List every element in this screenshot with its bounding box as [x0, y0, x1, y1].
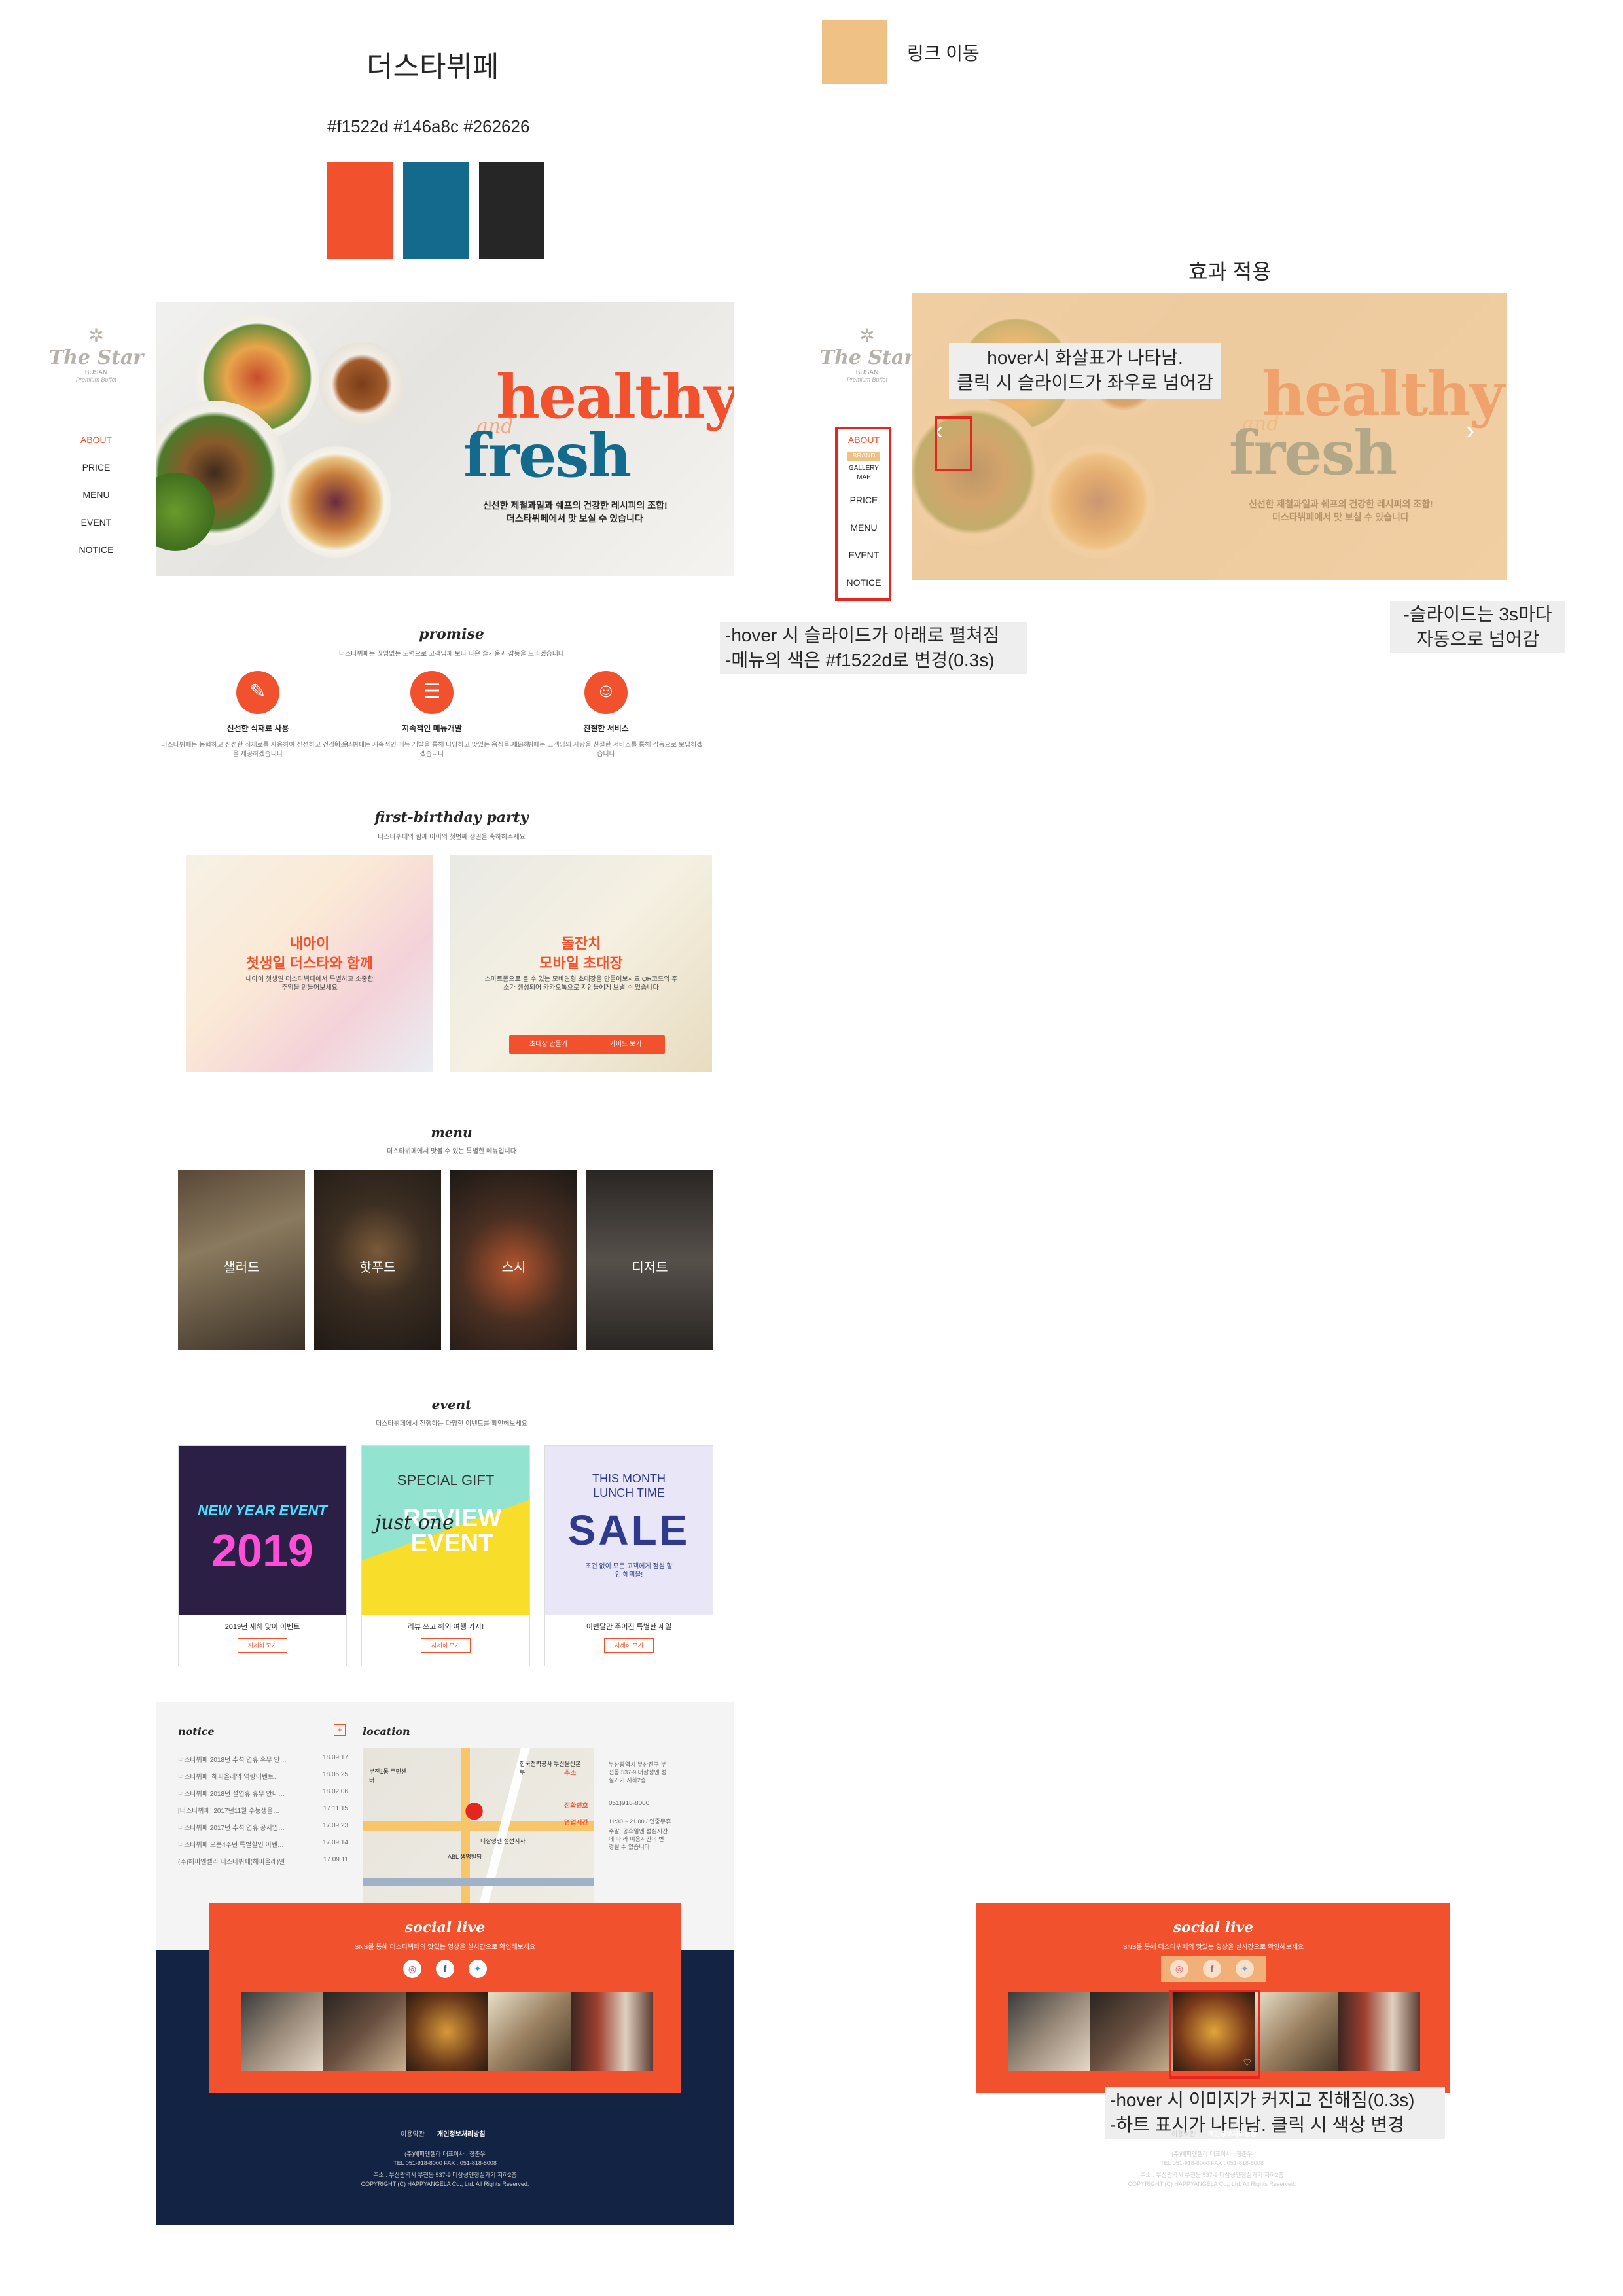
facebook-icon[interactable]: f — [1203, 1960, 1221, 1978]
logo[interactable]: ✲ The Star BUSAN Premium Buffet — [818, 325, 916, 403]
social-sub: SNS를 통해 더스타뷔페의 맛있는 영상을 실시간으로 확인해보세요 — [1122, 1944, 1304, 1951]
annotation-slide: -슬라이드는 3s마다 자동으로 넘어감 — [1390, 601, 1565, 653]
logo-script: The Star — [819, 346, 915, 369]
social-photo[interactable] — [1008, 1992, 1090, 2071]
privacy-link[interactable]: 개인정보처리방침 — [1208, 2128, 1257, 2138]
social-photo[interactable] — [1338, 1992, 1420, 2071]
footer-line: COPYRIGHT (C) HAPPYANGELA Co., Ltd. All … — [1128, 2181, 1296, 2187]
hero-link-overlay — [912, 293, 1507, 580]
twitter-icon[interactable]: ✦ — [1236, 1960, 1254, 1978]
social-photo[interactable] — [1090, 1992, 1173, 2071]
social-title: social live — [1173, 1919, 1254, 1936]
logo-city: BUSAN — [855, 369, 879, 376]
next-arrow-icon[interactable]: › — [1466, 416, 1474, 446]
annotation-social: -hover 시 이미지가 커지고 진해짐(0.3s) -하트 표시가 나타남.… — [1105, 2087, 1445, 2139]
logo-tag: Premium Buffet — [846, 376, 888, 383]
annotation-hero: hover시 화살표가 나타남. 클릭 시 슬라이드가 좌우로 넘어감 — [949, 343, 1221, 399]
annotation-nav: -hover 시 슬라이드가 아래로 펼쳐짐 -메뉴의 색은 #f1522d로 … — [720, 622, 1027, 674]
footer-line: 주소 : 부산광역시 부전동 537-9 더삼성엔정실가기 지하2층 — [1140, 2172, 1284, 2178]
footer-line: (주)해피엔젤라 대표이사 : 정준우 — [1171, 2151, 1253, 2157]
arrow-highlight-box — [935, 416, 972, 471]
right-mockup: ✲ The Star BUSAN Premium Buffet ABOUT BR… — [0, 0, 1623, 2296]
hero-slide[interactable]: healthy and fresh 신선한 제철과일과 쉐프의 건강한 레시피의… — [912, 293, 1507, 580]
nav-highlight-box — [835, 427, 891, 601]
terms-link[interactable]: 이용약관 — [1171, 2128, 1196, 2138]
social-photo[interactable] — [1255, 1992, 1338, 2071]
social-photo-highlight-box — [1169, 1990, 1260, 2079]
footer-line: TEL 051-918-8000 FAX : 051-818-8008 — [1160, 2160, 1264, 2166]
instagram-icon[interactable]: ◎ — [1170, 1960, 1188, 1978]
logo-star-icon: ✲ — [859, 325, 875, 346]
